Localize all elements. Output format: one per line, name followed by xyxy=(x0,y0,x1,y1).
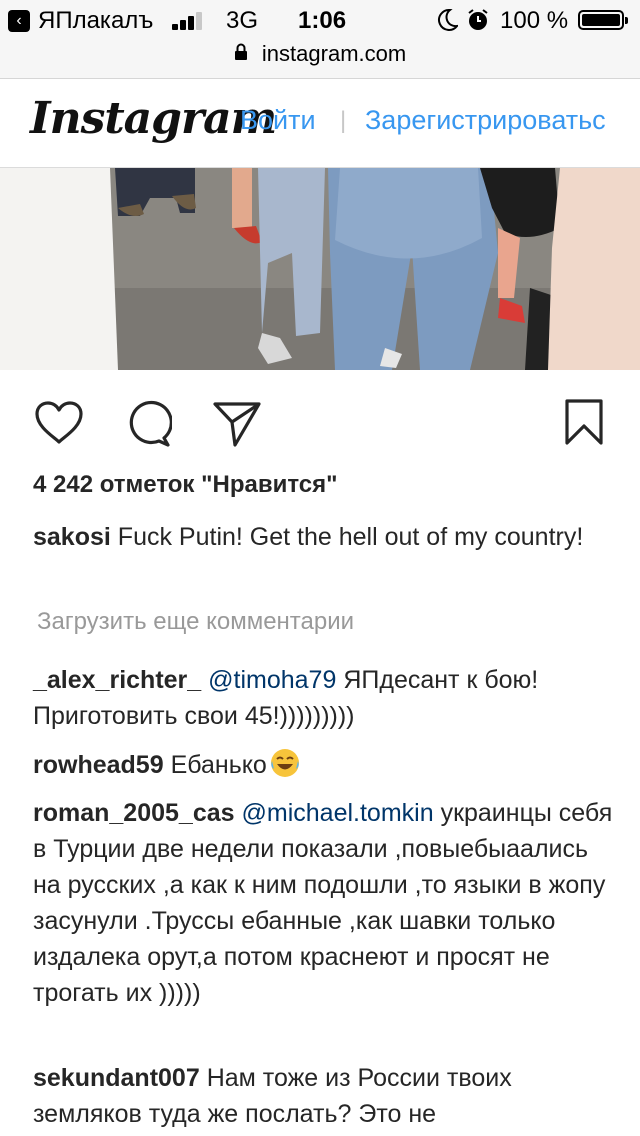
bookmark-icon[interactable] xyxy=(564,398,604,446)
comment-item: sekundant007 Нам тоже из России твоих зе… xyxy=(33,1060,613,1132)
comment-mention[interactable]: @michael.tomkin xyxy=(242,799,434,827)
network-type: 3G xyxy=(226,7,259,34)
login-link[interactable]: Войти xyxy=(240,105,316,136)
signal-icon xyxy=(172,12,206,30)
chevron-left-icon[interactable]: ‹ xyxy=(8,10,30,32)
comment-username[interactable]: rowhead59 xyxy=(33,751,164,779)
load-more-comments[interactable]: Загрузить еще комментарии xyxy=(37,608,354,636)
comment-mention[interactable]: @timoha79 xyxy=(208,666,336,694)
comment-text: украинцы себя в Турции две недели показа… xyxy=(33,799,613,1007)
post-actions xyxy=(0,392,640,452)
caption-username[interactable]: sakosi xyxy=(33,523,111,551)
heart-icon[interactable] xyxy=(34,400,84,446)
comment-icon[interactable] xyxy=(124,400,172,448)
comment-text: Ебанько xyxy=(170,751,267,779)
status-bar: ‹ ЯПлакалъ 3G 1:06 100 % xyxy=(0,0,640,40)
alarm-icon xyxy=(466,8,490,39)
battery-percentage: 100 % xyxy=(500,7,569,34)
header-separator: | xyxy=(340,107,347,134)
url-text[interactable]: instagram.com xyxy=(262,41,406,66)
back-app-label[interactable]: ЯПлакалъ xyxy=(38,7,153,35)
lock-icon xyxy=(234,41,248,67)
post-photo[interactable] xyxy=(0,168,640,370)
comment-item: _alex_richter_ @timoha79 ЯПдесант к бою!… xyxy=(33,662,613,734)
instagram-header: Instagram Войти | Зарегистрироватьс xyxy=(0,79,640,168)
laughing-emoji-icon xyxy=(269,747,301,779)
comment-item: rowhead59 Ебанько xyxy=(33,747,613,783)
comment-item: roman_2005_cas @michael.tomkin украинцы … xyxy=(33,795,613,1011)
signup-link[interactable]: Зарегистрироватьс xyxy=(365,105,606,136)
battery-icon xyxy=(578,10,628,30)
likes-count[interactable]: 4 242 отметок "Нравится" xyxy=(33,471,338,499)
moon-icon xyxy=(436,8,460,39)
comment-username[interactable]: roman_2005_cas xyxy=(33,799,235,827)
comment-username[interactable]: _alex_richter_ xyxy=(33,666,201,694)
caption-text: Fuck Putin! Get the hell out of my count… xyxy=(117,523,584,551)
url-bar[interactable]: instagram.com xyxy=(0,40,640,79)
post-caption: sakosi Fuck Putin! Get the hell out of m… xyxy=(33,519,613,555)
share-icon[interactable] xyxy=(212,400,262,448)
comment-username[interactable]: sekundant007 xyxy=(33,1064,200,1092)
clock: 1:06 xyxy=(298,7,347,34)
